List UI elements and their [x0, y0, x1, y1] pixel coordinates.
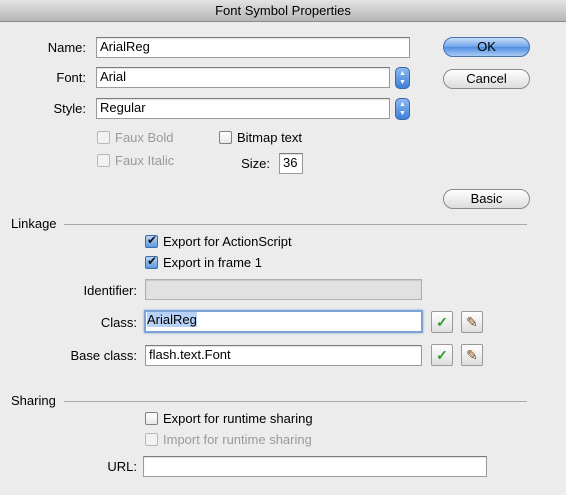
checkmark-icon: [145, 254, 158, 269]
checkbox-icon: [97, 154, 110, 167]
font-input[interactable]: Arial: [96, 67, 390, 88]
checkmark-icon: [145, 233, 158, 248]
style-stepper-icon[interactable]: ▲ ▼: [395, 98, 410, 120]
green-checkmark-icon: ✓: [436, 314, 448, 330]
cancel-button[interactable]: Cancel: [443, 69, 530, 89]
base-class-input[interactable]: flash.text.Font: [145, 345, 422, 366]
size-input[interactable]: 36: [279, 153, 303, 174]
size-label: Size:: [241, 156, 270, 171]
import-runtime-label: Import for runtime sharing: [163, 432, 312, 447]
faux-bold-checkbox[interactable]: Faux Bold: [97, 130, 174, 145]
style-input[interactable]: Regular: [96, 98, 390, 119]
base-class-label: Base class:: [70, 348, 137, 363]
font-stepper-icon[interactable]: ▲ ▼: [395, 67, 410, 89]
export-frame1-label: Export in frame 1: [163, 255, 262, 270]
bitmap-text-checkbox[interactable]: Bitmap text: [219, 130, 302, 145]
checkbox-icon: [97, 131, 110, 144]
checkbox-icon: [219, 131, 232, 144]
basic-button[interactable]: Basic: [443, 189, 530, 209]
validate-class-button[interactable]: ✓: [431, 311, 453, 333]
window-title: Font Symbol Properties: [0, 0, 566, 22]
name-label: Name:: [47, 40, 86, 55]
url-label: URL:: [107, 459, 137, 474]
export-runtime-label: Export for runtime sharing: [163, 411, 313, 426]
sharing-divider: [64, 401, 527, 402]
edit-base-class-button[interactable]: ✎: [461, 344, 483, 366]
identifier-label: Identifier:: [83, 283, 137, 298]
export-frame1-checkbox[interactable]: Export in frame 1: [145, 254, 262, 270]
class-label: Class:: [100, 315, 137, 330]
faux-italic-checkbox[interactable]: Faux Italic: [97, 153, 174, 168]
ok-button[interactable]: OK: [443, 37, 530, 57]
export-actionscript-checkbox[interactable]: Export for ActionScript: [145, 233, 292, 249]
pencil-icon: ✎: [466, 347, 478, 363]
name-input[interactable]: ArialReg: [96, 37, 410, 58]
export-runtime-checkbox[interactable]: Export for runtime sharing: [145, 411, 313, 426]
sharing-section-title: Sharing: [11, 393, 56, 408]
checkbox-icon: [145, 412, 158, 425]
font-label: Font:: [56, 70, 86, 85]
green-checkmark-icon: ✓: [436, 347, 448, 363]
linkage-section-title: Linkage: [11, 216, 57, 231]
style-label: Style:: [53, 101, 86, 116]
linkage-divider: [64, 224, 527, 225]
class-value-selection: ArialReg: [147, 312, 197, 327]
identifier-input[interactable]: [145, 279, 422, 300]
faux-bold-label: Faux Bold: [115, 130, 174, 145]
pencil-icon: ✎: [466, 314, 478, 330]
class-input[interactable]: ArialReg: [144, 310, 423, 333]
import-runtime-checkbox[interactable]: Import for runtime sharing: [145, 432, 312, 447]
bitmap-text-label: Bitmap text: [237, 130, 303, 145]
validate-base-class-button[interactable]: ✓: [431, 344, 453, 366]
export-actionscript-label: Export for ActionScript: [163, 234, 292, 249]
checkbox-icon: [145, 433, 158, 446]
edit-class-button[interactable]: ✎: [461, 311, 483, 333]
faux-italic-label: Faux Italic: [115, 153, 175, 168]
url-input[interactable]: [143, 456, 487, 477]
